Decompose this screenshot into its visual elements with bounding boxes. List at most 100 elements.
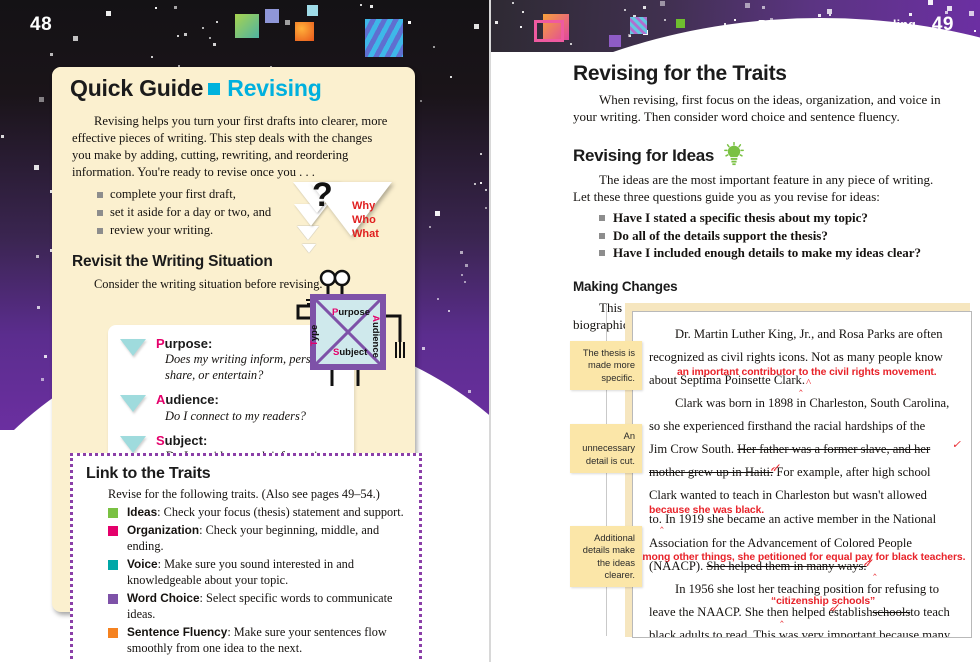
star-speck <box>34 165 39 170</box>
intro-paragraph: When revising, first focus on the ideas,… <box>573 91 951 126</box>
deco-square-green <box>235 14 259 38</box>
excerpt-line-text: Jim Crow South. <box>649 442 734 456</box>
page-number-right: 49 <box>932 14 954 36</box>
list-item: Organization: Check your beginning, midd… <box>108 523 408 555</box>
star-speck <box>474 183 476 185</box>
star-speck <box>909 13 912 16</box>
revising-for-ideas-heading: Revising for Ideas <box>573 142 951 166</box>
star-speck <box>809 38 812 41</box>
running-head: Revising and Responding <box>758 18 916 32</box>
quick-guide-title-text: Quick Guide <box>70 75 203 101</box>
delete-mark-icon: 𝒹 <box>864 552 870 575</box>
star-speck <box>36 255 39 258</box>
robot-word-type: Type <box>309 325 320 346</box>
star-speck <box>370 5 373 8</box>
star-speck <box>474 24 479 29</box>
star-speck <box>912 47 915 50</box>
star-speck <box>734 19 736 21</box>
trait-name: Word Choice <box>127 591 200 605</box>
excerpt-line-text: (NAACP). <box>649 559 703 573</box>
star-speck <box>677 44 679 46</box>
link-to-traits-box: Link to the Traits Revise for the follow… <box>70 453 422 662</box>
delete-mark-icon: 𝒹 <box>830 597 836 620</box>
deco-square-lightblue <box>307 5 318 16</box>
revising-for-ideas-heading-text: Revising for Ideas <box>573 146 714 165</box>
question-word-why: Why <box>352 200 379 214</box>
star-speck <box>216 21 218 23</box>
star-speck <box>969 11 974 16</box>
delete-mark-icon: 𝒹 <box>771 457 777 480</box>
trait-name: Organization <box>127 523 199 537</box>
left-page: 48 Quick GuideRevising Revising helps yo… <box>0 0 489 662</box>
star-speck <box>818 14 821 17</box>
star-speck <box>437 298 439 300</box>
question-word-who: Who <box>352 214 379 228</box>
star-speck <box>666 44 671 49</box>
deco-square-orange <box>295 22 314 41</box>
star-speck <box>520 26 522 28</box>
trait-name: Voice <box>127 557 158 571</box>
excerpt-line: leave the NAACP. She then helped establi… <box>649 601 949 624</box>
star-speck <box>762 6 765 9</box>
star-speck <box>674 51 677 52</box>
star-speck <box>39 97 44 102</box>
trait-name: Ideas <box>127 505 157 519</box>
star-speck <box>213 43 216 46</box>
deleted-text: Her father was a former slave, and her <box>737 442 930 456</box>
excerpt-line: Association for the Advancement of Color… <box>649 532 949 555</box>
robot-word-audience: Audience <box>370 315 381 358</box>
star-speck <box>50 53 53 56</box>
deco-square-blue-striped <box>365 19 403 57</box>
star-speck <box>460 251 463 254</box>
excerpt-line: about Septima Poinsette Clark. ‸ ^ <box>649 369 949 392</box>
link-to-traits-heading: Link to the Traits <box>86 465 408 483</box>
trait-text: : Check your focus (thesis) statement an… <box>157 505 404 519</box>
star-speck <box>570 43 572 45</box>
robot-word-subject: Subject <box>333 347 367 358</box>
star-speck <box>202 27 204 29</box>
star-speck <box>151 56 153 58</box>
writing-situation-question: Do I connect to my readers? <box>156 409 344 425</box>
callout-thesis: The thesis is made more specific. <box>570 341 642 390</box>
star-speck <box>1 135 4 138</box>
star-speck <box>512 2 514 4</box>
excerpt-line: Dr. Martin Luther King, Jr., and Rosa Pa… <box>649 323 949 346</box>
star-speck <box>495 21 498 24</box>
star-speck <box>764 36 769 41</box>
star-speck <box>827 9 832 14</box>
book-spread: 48 Quick GuideRevising Revising helps yo… <box>0 0 980 662</box>
deleted-text: mother grew up in Haiti. <box>649 465 773 479</box>
deco-square-teal-pixel <box>630 17 647 34</box>
star-speck <box>485 207 487 209</box>
star-speck <box>468 390 471 393</box>
quick-guide-accent-word: Revising <box>227 75 321 101</box>
star-speck <box>974 30 976 32</box>
star-speck <box>106 11 111 16</box>
excerpt-line: so she experienced firsthand the racial … <box>649 415 949 438</box>
star-speck <box>360 4 362 6</box>
label-initial: P <box>156 336 165 351</box>
star-speck <box>760 44 763 47</box>
trait-color-chip-icon <box>108 526 118 536</box>
star-speck <box>461 274 463 276</box>
quick-guide-title: Quick Guide Revising <box>52 67 340 109</box>
star-speck <box>448 310 450 312</box>
robot-body-square: Purpose Subject Type Audience <box>310 294 386 370</box>
writing-situation-robot-illustration: ? Why Who What <box>296 182 426 392</box>
star-speck <box>829 14 831 16</box>
callout-additional-details: Additional details make the ideas cleare… <box>570 526 642 587</box>
star-speck <box>928 0 933 5</box>
excerpt-line: (NAACP). She helped them in many ways. 𝒹… <box>649 555 949 578</box>
question-words: Why Who What <box>352 200 379 241</box>
star-speck <box>435 211 440 216</box>
excerpt-line: Jim Crow South. Her father was a former … <box>649 438 949 461</box>
excerpt-line: Clark was born in 1898 in Charleston, So… <box>649 392 949 415</box>
star-speck <box>664 19 666 21</box>
star-speck <box>37 306 40 309</box>
list-item: Have I included enough details to make m… <box>613 244 951 262</box>
trait-color-chip-icon <box>108 508 118 518</box>
deco-square-green-small <box>676 19 685 28</box>
star-speck <box>285 20 290 25</box>
writing-situation-label: Audience: <box>156 393 344 407</box>
deco-square-pink-outline <box>534 20 564 42</box>
